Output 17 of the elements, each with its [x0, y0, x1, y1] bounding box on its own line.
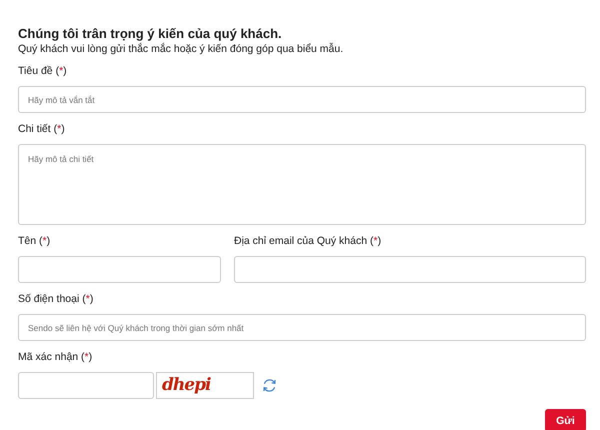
input-field[interactable]: Sendo sẽ liên hệ với Quý khách trong thời gian sớm nhất: [18, 314, 586, 341]
submit-button[interactable]: Gửi: [545, 409, 586, 430]
field-label: Mã xác nhận (*): [18, 351, 92, 364]
form-intro: Quý khách vui lòng gửi thắc mắc hoặc ý kiến đóng góp qua biểu mẫu.: [18, 42, 344, 56]
refresh-icon[interactable]: [261, 377, 278, 394]
text-area[interactable]: Hãy mô tả chi tiết: [18, 144, 586, 225]
form-heading: Chúng tôi trân trọng ý kiến của quý khách.: [18, 26, 283, 42]
field-label: Địa chỉ email của Quý khách (*): [234, 235, 382, 248]
input-field[interactable]: Hãy mô tả vắn tắt: [18, 86, 586, 113]
captcha-input[interactable]: [18, 372, 154, 399]
captcha-image: dhepi: [156, 372, 254, 399]
input-field[interactable]: [234, 256, 586, 283]
field-label: Số điện thoại (*): [18, 293, 94, 306]
input-field[interactable]: [18, 256, 221, 283]
field-label: Tiêu đề (*): [18, 65, 67, 78]
field-label: Chi tiết (*): [18, 123, 65, 136]
field-label: Tên (*): [18, 235, 50, 248]
